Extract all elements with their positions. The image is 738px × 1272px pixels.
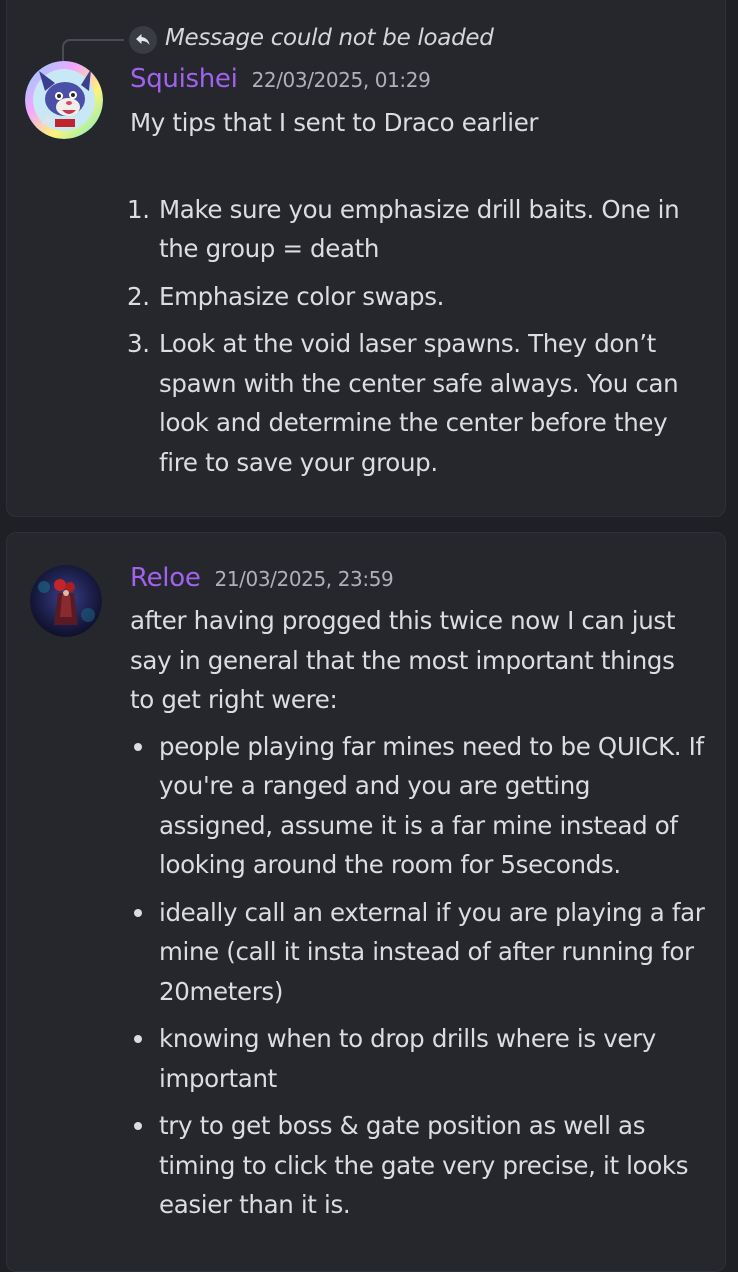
list-item: 3. Look at the void laser spawns. They d… [127, 324, 705, 482]
bullet-icon [134, 908, 142, 917]
message-content: after having progged this twice now I ca… [130, 601, 705, 1225]
bullet-icon [134, 742, 142, 751]
message-content: My tips that I sent to Draco earlier 1. … [127, 103, 705, 483]
list-number: 3. [127, 329, 150, 358]
message-text: after having progged this twice now I ca… [130, 606, 676, 714]
username[interactable]: Reloe [130, 563, 201, 593]
avatar[interactable] [25, 61, 103, 139]
list-item-text: knowing when to drop drills where is ver… [159, 1024, 656, 1093]
reply-preview-text[interactable]: Message could not be loaded [165, 25, 494, 51]
reply-spine [62, 39, 124, 61]
list-item: 2. Emphasize color swaps. [127, 277, 705, 317]
message-header: Reloe 21/03/2025, 23:59 [130, 563, 394, 593]
numbered-list: 1. Make sure you emphasize drill baits. … [127, 190, 705, 483]
list-item-text: try to get boss & gate position as well … [159, 1111, 689, 1219]
bullet-icon [134, 1035, 142, 1043]
timestamp[interactable]: 21/03/2025, 23:59 [215, 567, 394, 591]
message-header: Squishei 22/03/2025, 01:29 [130, 64, 431, 94]
list-number: 2. [127, 281, 150, 311]
list-item: people playing far mines need to be QUIC… [130, 727, 705, 885]
list-item-text: Make sure you emphasize drill baits. One… [159, 194, 680, 264]
message-text: My tips that I sent to Draco earlier [130, 108, 539, 137]
list-number: 1. [127, 194, 150, 224]
bullet-list: people playing far mines need to be QUIC… [130, 727, 705, 1225]
timestamp[interactable]: 22/03/2025, 01:29 [252, 68, 431, 92]
list-item-text: people playing far mines need to be QUIC… [159, 731, 704, 880]
list-item: knowing when to drop drills where is ver… [130, 1019, 705, 1098]
list-item: ideally call an external if you are play… [130, 893, 705, 1012]
avatar[interactable] [30, 565, 102, 637]
list-item: 1. Make sure you emphasize drill baits. … [127, 190, 705, 269]
bullet-icon [134, 1122, 142, 1130]
username[interactable]: Squishei [130, 64, 238, 94]
list-item-text: Look at the void laser spawns. They don’… [159, 329, 679, 477]
list-item-text: Emphasize color swaps. [159, 281, 445, 311]
reply-arrow-icon [129, 26, 157, 54]
list-item: try to get boss & gate position as well … [130, 1106, 705, 1225]
list-item-text: ideally call an external if you are play… [159, 897, 705, 1006]
